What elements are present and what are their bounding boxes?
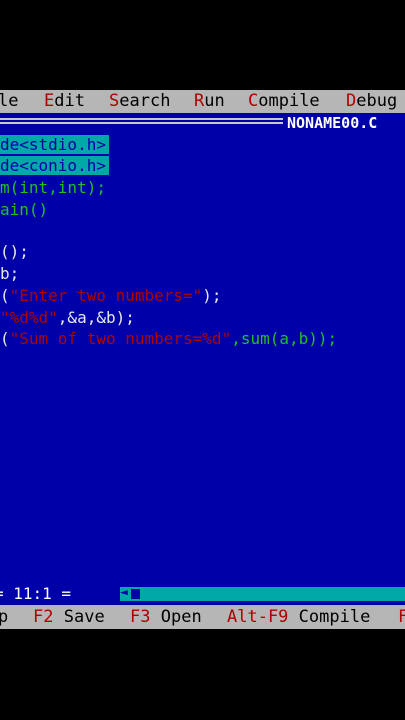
menu-search[interactable]: Search [109, 90, 170, 113]
prototype-sum: m(int,int); [0, 178, 106, 197]
menu-file[interactable]: le [0, 90, 18, 113]
code-line-include-conio[interactable]: de<conio.h> [0, 155, 109, 176]
fkey-make[interactable]: F [398, 605, 405, 629]
menu-compile[interactable]: Compile [248, 90, 320, 113]
fkey-compile[interactable]: Alt-F9 Compile [227, 605, 370, 629]
code-line-clrscr[interactable]: (); [0, 241, 29, 262]
menu-bar: le Edit Search Run Compile Debug [0, 90, 405, 113]
include-conio: de<conio.h> [0, 156, 109, 175]
string-literal: "Sum of two numbers=%d" [9, 329, 232, 348]
horizontal-scrollbar[interactable]: ◄ [120, 585, 405, 601]
editor-window[interactable]: NONAME00.C de<stdio.h> de<conio.h> m(int… [0, 113, 405, 605]
code-line-printf-enter[interactable]: ("Enter two numbers="); [0, 285, 222, 306]
menu-edit[interactable]: Edit [44, 90, 85, 113]
code-line-prototype[interactable]: m(int,int); [0, 177, 106, 198]
scroll-left-arrow-icon[interactable]: ◄ [120, 585, 128, 601]
cursor-position: = 11:1 = [0, 584, 72, 603]
sum-call: ,sum(a,b)); [231, 329, 338, 348]
scroll-thumb[interactable] [130, 588, 141, 600]
main-declaration: ain() [0, 200, 49, 219]
function-key-bar: p F2 Save F3 Open Alt-F9 Compile F [0, 605, 405, 629]
code-line-main[interactable]: ain() [0, 199, 48, 220]
string-literal: "Enter two numbers=" [9, 286, 203, 305]
fkey-open[interactable]: F3 Open [130, 605, 202, 629]
format-string: "%d%d" [0, 308, 58, 327]
window-file-title: NONAME00.C [287, 114, 378, 132]
window-frame-top-inner [0, 122, 283, 124]
fkey-save[interactable]: F2 Save [33, 605, 105, 629]
code-line-printf-sum[interactable]: ("Sum of two numbers=%d",sum(a,b)); [0, 328, 337, 349]
menu-run[interactable]: Run [194, 90, 225, 113]
window-frame-top [0, 118, 283, 120]
fkey-help[interactable]: p [0, 605, 8, 629]
code-line-declare[interactable]: b; [0, 263, 19, 284]
code-line-include-stdio[interactable]: de<stdio.h> [0, 134, 109, 155]
editor-status-line: = 11:1 = ◄ [0, 582, 405, 605]
code-line-scanf[interactable]: "%d%d",&a,&b); [0, 307, 135, 328]
include-stdio: de<stdio.h> [0, 135, 109, 154]
menu-debug[interactable]: Debug [346, 90, 397, 113]
